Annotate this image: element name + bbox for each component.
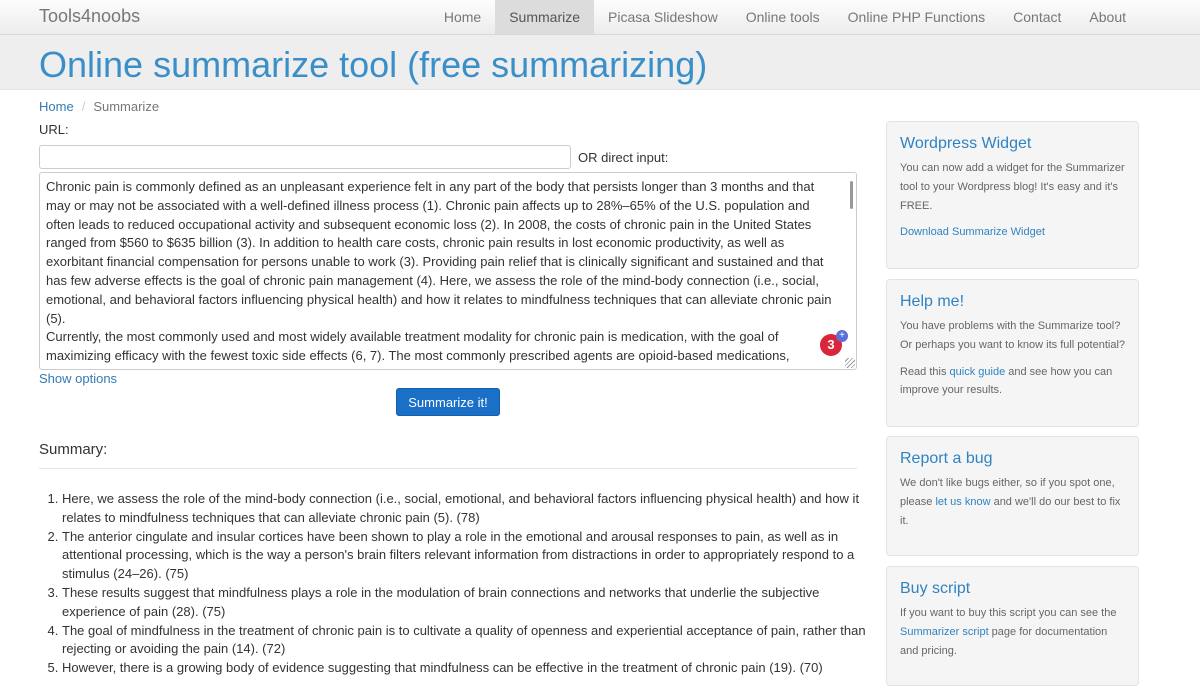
help-text: You have problems with the Summarize too… <box>900 320 1126 351</box>
summary-item: These results suggest that mindfulness p… <box>62 584 880 622</box>
nav-item-about[interactable]: About <box>1075 0 1140 34</box>
resize-grip-icon[interactable] <box>845 358 855 368</box>
top-navbar: Tools4noobs Home Summarize Picasa Slides… <box>0 0 1200 35</box>
url-label: URL: <box>39 122 69 137</box>
breadcrumb-home-link[interactable]: Home <box>39 99 74 114</box>
badge-plus-icon: + <box>836 330 848 342</box>
direct-input-textarea[interactable]: Chronic pain is commonly defined as an u… <box>39 172 857 370</box>
help-title: Help me! <box>900 293 965 310</box>
summary-item: However, there is a growing body of evid… <box>62 659 880 678</box>
wordpress-widget-panel: Wordpress Widget You can now add a widge… <box>886 121 1139 269</box>
nav-item-home[interactable]: Home <box>430 0 495 34</box>
summary-heading: Summary: <box>39 441 108 458</box>
nav-item-contact[interactable]: Contact <box>999 0 1075 34</box>
summary-list: Here, we assess the role of the mind-bod… <box>39 490 880 678</box>
download-widget-link[interactable]: Download Summarize Widget <box>900 226 1045 238</box>
page-header: Online summarize tool (free summarizing) <box>0 35 1200 90</box>
report-bug-text: We don't like bugs either, so if you spo… <box>900 474 1125 530</box>
textarea-scrollbar[interactable] <box>850 181 853 209</box>
summary-item: Here, we assess the role of the mind-bod… <box>62 490 880 528</box>
brand-logo-link[interactable]: Tools4noobs <box>39 6 140 27</box>
help-guide-pre: Read this <box>900 365 950 378</box>
summarizer-script-link[interactable]: Summarizer script <box>900 626 989 638</box>
summary-item: The anterior cingulate and insular corti… <box>62 528 880 584</box>
help-panel: Help me! You have problems with the Summ… <box>886 279 1139 427</box>
page-title: Online summarize tool (free summarizing) <box>39 44 708 85</box>
nav-item-summarize[interactable]: Summarize <box>495 0 594 34</box>
main-nav: Home Summarize Picasa Slideshow Online t… <box>430 0 1140 34</box>
direct-input-label: OR direct input: <box>578 150 669 165</box>
buy-script-pre: If you want to buy this script you can s… <box>900 607 1117 619</box>
direct-input-text: Chronic pain is commonly defined as an u… <box>46 179 832 364</box>
report-bug-panel: Report a bug We don't like bugs either, … <box>886 436 1139 556</box>
nav-item-picasa-slideshow[interactable]: Picasa Slideshow <box>594 0 732 34</box>
quick-guide-link[interactable]: quick guide <box>950 366 1006 378</box>
summary-divider <box>39 468 857 469</box>
url-input[interactable] <box>39 145 571 169</box>
nav-item-online-php-functions[interactable]: Online PHP Functions <box>834 0 999 34</box>
breadcrumb-current: Summarize <box>93 99 160 114</box>
help-guide-text: Read this quick guide and see how you ca… <box>900 363 1125 401</box>
breadcrumb-separator: / <box>81 99 86 114</box>
summarize-button[interactable]: Summarize it! <box>396 388 500 416</box>
show-options-link[interactable]: Show options <box>39 371 117 386</box>
buy-script-text: If you want to buy this script you can s… <box>900 604 1125 660</box>
buy-script-title: Buy script <box>900 580 971 597</box>
let-us-know-link[interactable]: let us know <box>935 496 990 508</box>
report-bug-title: Report a bug <box>900 450 993 467</box>
buy-script-panel: Buy script If you want to buy this scrip… <box>886 566 1139 686</box>
wordpress-widget-title: Wordpress Widget <box>900 135 1032 152</box>
summary-item: The goal of mindfulness in the treatment… <box>62 622 880 660</box>
wordpress-widget-text: You can now add a widget for the Summari… <box>900 162 1125 212</box>
nav-item-online-tools[interactable]: Online tools <box>732 0 834 34</box>
breadcrumb: Home / Summarize <box>39 99 159 114</box>
